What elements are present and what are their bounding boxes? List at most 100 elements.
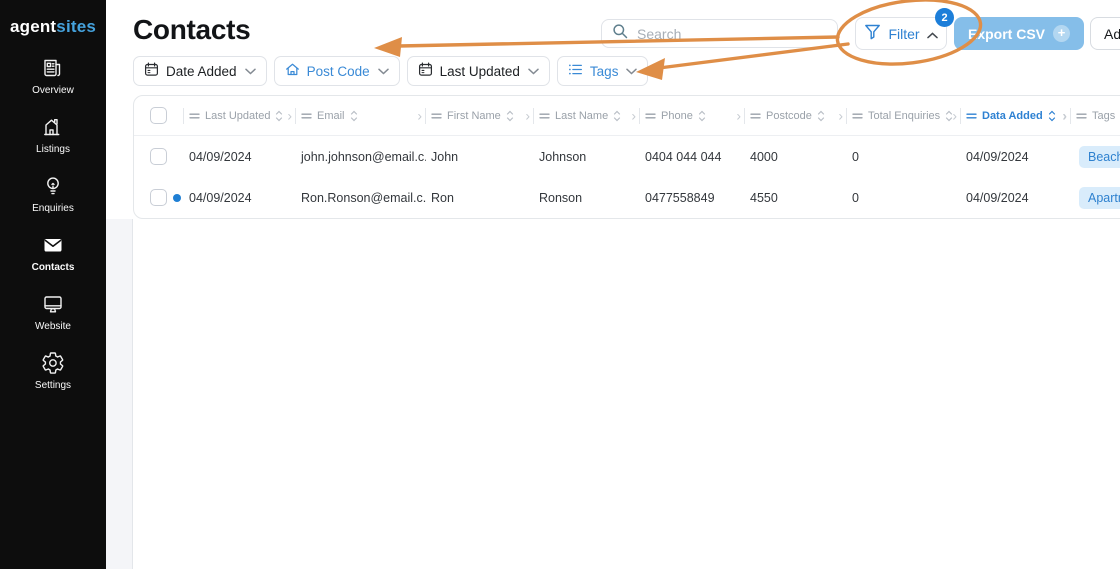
envelope-icon	[41, 233, 65, 257]
drag-handle-icon	[189, 112, 200, 120]
chip-tags[interactable]: Tags	[556, 56, 649, 86]
column-label: First Name	[447, 109, 501, 122]
cell-postcode: 4550	[750, 190, 778, 205]
sort-icon	[1048, 110, 1056, 122]
sort-icon	[613, 110, 621, 122]
chevron-down-icon	[626, 68, 638, 75]
add-button-label: Add	[1104, 25, 1120, 42]
cell-text: 04/09/2024	[189, 190, 252, 205]
column-header-email[interactable]: Email	[296, 96, 426, 135]
cell-total-enquiries: 0	[852, 190, 859, 205]
sort-icon	[945, 110, 953, 122]
cell-first-name: John	[431, 149, 459, 164]
sort-icon	[698, 110, 706, 122]
plus-icon: +	[1053, 25, 1070, 42]
search-input[interactable]	[637, 25, 827, 42]
search-icon	[612, 23, 628, 44]
column-label: Data Added	[982, 109, 1043, 122]
drag-handle-icon	[301, 112, 312, 120]
cell-last-updated: 04/09/2024	[173, 190, 296, 205]
row-checkbox-cell	[134, 148, 184, 165]
export-csv-button[interactable]: Export CSV +	[954, 17, 1084, 50]
left-gutter	[106, 219, 133, 569]
filter-count-badge: 2	[935, 8, 954, 27]
tag-badge: Apartment	[1079, 186, 1120, 209]
calendar-icon	[418, 62, 433, 80]
sidebar-item-label: Enquiries	[32, 203, 74, 214]
table-row[interactable]: 04/09/2024 john.johnson@email.c... John …	[134, 136, 1120, 177]
column-label: Postcode	[766, 109, 812, 122]
sidebar-item-label: Website	[35, 321, 71, 332]
page-title: Contacts	[133, 14, 251, 45]
chevron-down-icon	[244, 68, 256, 75]
search-box	[601, 19, 838, 48]
column-label: Last Name	[555, 109, 609, 122]
cell-phone: 0404 044 044	[645, 149, 722, 164]
drag-handle-icon	[852, 112, 863, 120]
sidebar-item-overview[interactable]: Overview	[32, 56, 74, 96]
sidebar-item-label: Listings	[36, 144, 70, 155]
sidebar-item-contacts[interactable]: Contacts	[31, 233, 75, 273]
cell-last-name: Johnson	[539, 149, 587, 164]
brand-agent: agent	[9, 17, 57, 36]
home-icon	[285, 62, 300, 80]
filter-button[interactable]: Filter 2	[855, 8, 954, 50]
sidebar-item-label: Overview	[32, 85, 74, 96]
column-header-first-name[interactable]: First Name	[426, 96, 534, 135]
list-icon	[568, 62, 583, 80]
select-all-checkbox[interactable]	[150, 107, 167, 124]
table-row[interactable]: 04/09/2024 Ron.Ronson@email.c... Ron Ron…	[134, 177, 1120, 218]
chevron-down-icon	[377, 68, 389, 75]
chevron-up-icon	[926, 26, 938, 42]
cell-data-added: 04/09/2024	[966, 190, 1029, 205]
export-csv-label: Export CSV	[967, 25, 1045, 42]
brand-logo: agentsites	[10, 17, 96, 37]
cell-tags: Beachside	[1071, 145, 1120, 168]
filter-chips-row: Date Added Post Code Last Updated Tags	[133, 56, 649, 86]
row-checkbox[interactable]	[150, 148, 167, 165]
drag-handle-icon	[431, 112, 442, 120]
row-checkbox[interactable]	[150, 189, 167, 206]
cell-postcode: 4000	[750, 149, 778, 164]
sidebar-item-website[interactable]: Website	[35, 292, 71, 332]
chip-post-code[interactable]: Post Code	[273, 56, 400, 86]
sidebar-item-settings[interactable]: Settings	[35, 351, 71, 391]
column-header-data-added[interactable]: Data Added	[961, 96, 1071, 135]
sort-icon	[506, 110, 514, 122]
column-header-tags[interactable]: Tags	[1071, 96, 1120, 135]
column-header-phone[interactable]: Phone	[640, 96, 745, 135]
column-header-total-enquiries[interactable]: Total Enquiries	[847, 96, 961, 135]
chip-label: Date Added	[166, 63, 237, 79]
column-label: Phone	[661, 109, 693, 122]
annotation-arrowhead	[374, 37, 402, 57]
column-header-last-name[interactable]: Last Name	[534, 96, 640, 135]
drag-handle-icon	[1076, 112, 1087, 120]
chip-label: Last Updated	[439, 63, 520, 79]
chip-last-updated[interactable]: Last Updated	[406, 56, 550, 86]
sidebar-item-listings[interactable]: Listings	[36, 115, 70, 155]
chip-label: Tags	[589, 63, 619, 79]
sidebar-item-enquiries[interactable]: Enquiries	[32, 174, 74, 214]
cell-data-added: 04/09/2024	[966, 149, 1029, 164]
contacts-table: Last Updated Email First Name Last Name …	[133, 95, 1120, 219]
house-icon	[41, 115, 65, 139]
column-header-postcode[interactable]: Postcode	[745, 96, 847, 135]
brand-sites: sites	[56, 17, 97, 36]
drag-handle-icon	[645, 112, 656, 120]
sort-icon	[350, 110, 358, 122]
sort-icon	[275, 110, 283, 122]
add-button[interactable]: Add	[1090, 17, 1120, 50]
column-label: Tags	[1092, 109, 1116, 122]
cell-last-updated: 04/09/2024	[189, 149, 252, 164]
cell-tags: Apartment	[1071, 186, 1120, 209]
drag-handle-icon	[750, 112, 761, 120]
sidebar-item-label: Settings	[34, 380, 72, 391]
drag-handle-icon	[539, 112, 550, 120]
chip-date-added[interactable]: Date Added	[133, 56, 267, 86]
cell-email: Ron.Ronson@email.c...	[301, 190, 426, 205]
sidebar-item-label: Contacts	[31, 262, 75, 273]
sidebar-nav: Overview Listings Enquiries Contacts Web…	[31, 56, 75, 391]
header-checkbox-cell	[134, 96, 184, 135]
column-header-last-updated[interactable]: Last Updated	[184, 96, 296, 135]
column-label: Email	[317, 109, 345, 122]
